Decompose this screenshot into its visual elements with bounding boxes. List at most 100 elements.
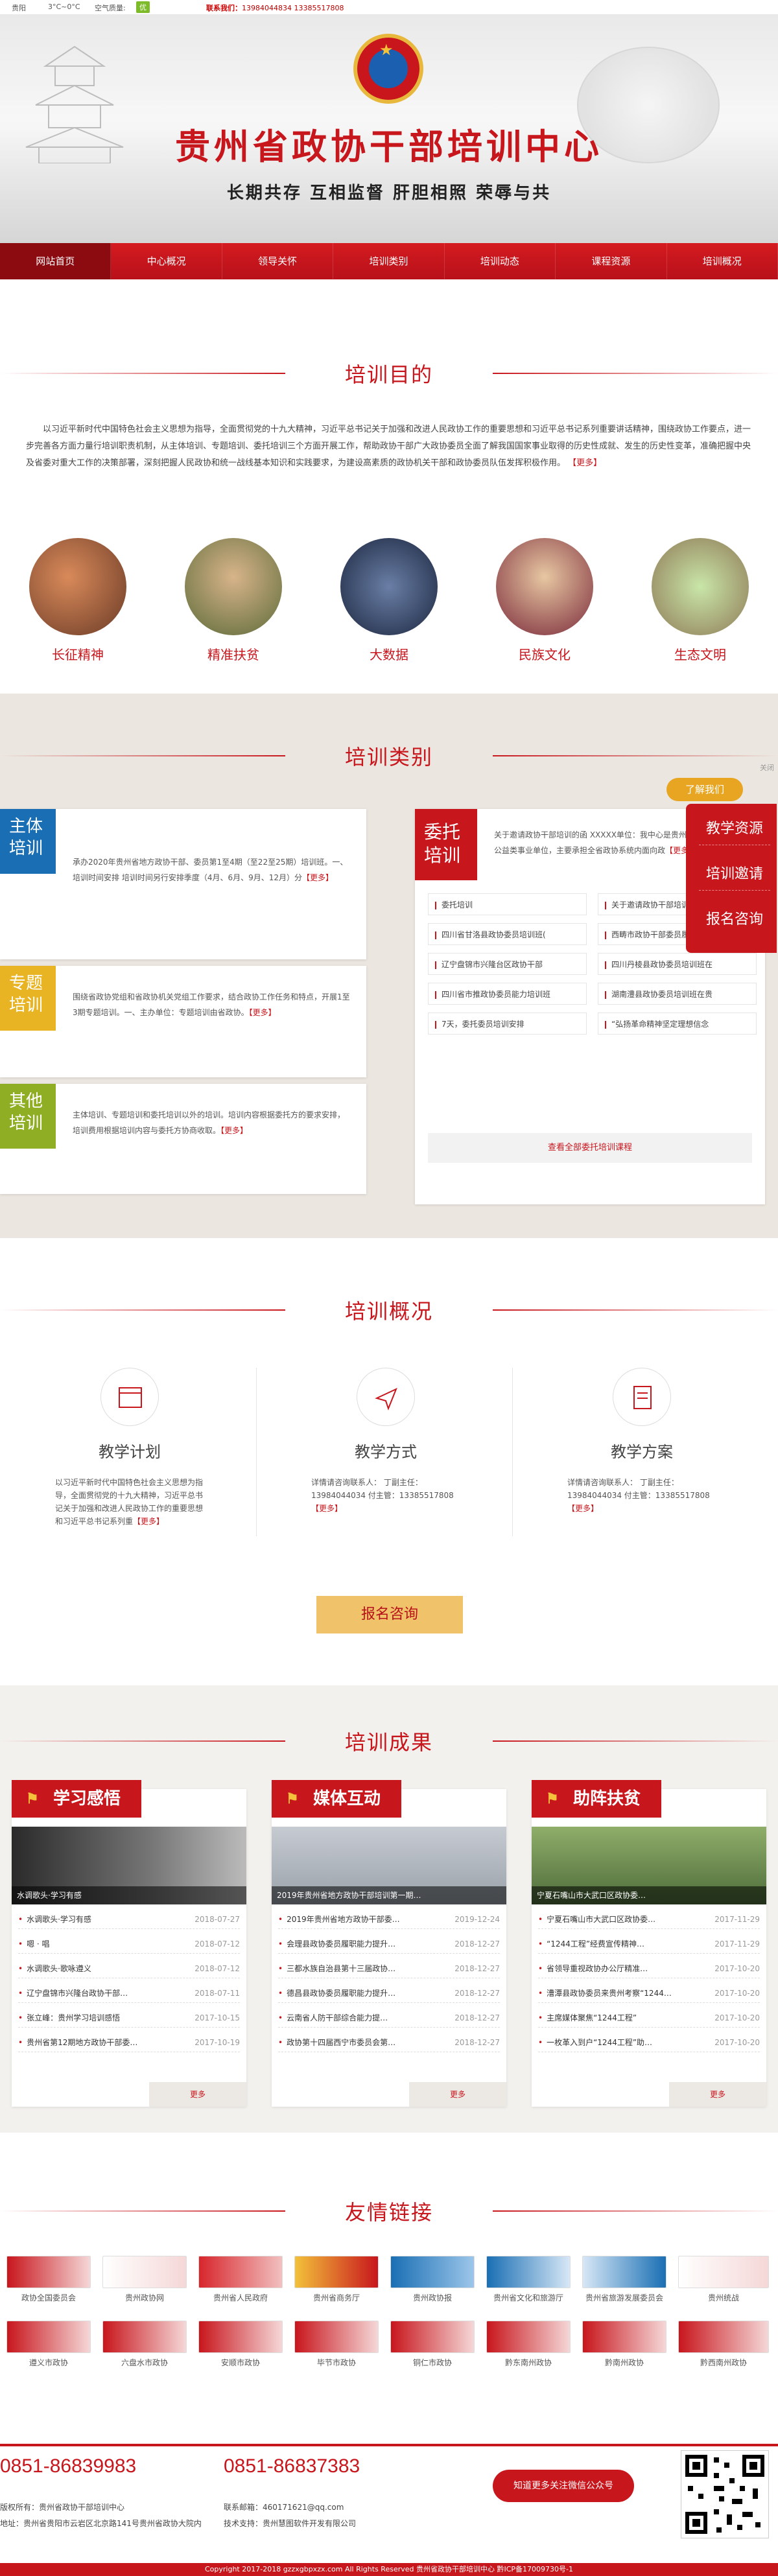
list-item[interactable]: 宁夏石嘴山市大武口区政协委…2017-11-29 <box>538 1910 760 1929</box>
friend-link[interactable]: 铜仁市政协 <box>390 2321 475 2368</box>
list-item[interactable]: 四川省市推政协委员能力培训班 <box>428 983 587 1005</box>
list-item[interactable]: 辽宁盘锦市兴隆台政协干部…2018-07-11 <box>18 1984 240 2003</box>
ethnic-image <box>496 538 593 635</box>
nav-item-overview[interactable]: 培训概况 <box>667 243 778 279</box>
list-item[interactable]: 水调歌头·歌咏遵义2018-07-12 <box>18 1959 240 1978</box>
nav-item-leaders[interactable]: 领导关怀 <box>222 243 334 279</box>
list-item[interactable]: 省领导重视政协办公厅精准…2017-10-20 <box>538 1959 760 1978</box>
overview-more-link[interactable]: 【更多】 <box>567 1504 598 1513</box>
friend-link[interactable]: 贵州省人民政府 <box>198 2256 283 2303</box>
list-item[interactable]: 辽宁盘锦市兴隆台区政协干部 <box>428 953 587 975</box>
results-photo-caption[interactable]: 2019年贵州省地方政协干部培训第一期… <box>272 1886 506 1904</box>
nav-item-center[interactable]: 中心概况 <box>111 243 222 279</box>
contact-label[interactable]: 联系我们： <box>206 4 242 12</box>
footer-phone-2: 0851-86837383 <box>224 2455 360 2477</box>
friend-link-logo <box>198 2321 283 2353</box>
list-item[interactable]: 嗯 · 唱2018-07-12 <box>18 1934 240 1954</box>
signup-consult-button[interactable]: 报名咨询 <box>316 1596 463 1633</box>
list-item[interactable]: 湖南澧县政协委员培训班在贵 <box>598 983 757 1005</box>
flag-icon: ⚑ <box>26 1790 39 1807</box>
results-more-button[interactable]: 更多 <box>669 2082 766 2107</box>
wechat-follow-button[interactable]: 知道更多关注微信公众号 <box>493 2470 634 2502</box>
friend-link[interactable]: 遵义市政协 <box>6 2321 91 2368</box>
calendar-icon <box>100 1368 159 1426</box>
category-desc: 承办2020年贵州省地方政协干部、委员第1至4期（至22至25期）培训班。一、培… <box>73 858 348 882</box>
purpose-more-link[interactable]: 【更多】 <box>568 458 602 468</box>
list-item[interactable]: 政协第十四届西宁市委员会第…2018-12-27 <box>278 2033 500 2052</box>
overview-more-link[interactable]: 【更多】 <box>311 1504 342 1513</box>
theme-label: 精准扶贫 <box>207 647 259 662</box>
friend-link[interactable]: 贵州政协报 <box>390 2256 475 2303</box>
friend-link[interactable]: 黔南州政协 <box>582 2321 666 2368</box>
friend-link-logo <box>102 2321 187 2353</box>
floating-header[interactable]: 了解我们 <box>666 778 743 801</box>
results-more-button[interactable]: 更多 <box>149 2082 246 2107</box>
overview-more-link[interactable]: 【更多】 <box>133 1517 164 1526</box>
list-item[interactable]: 会理县政协委员履职能力提升…2018-12-27 <box>278 1934 500 1954</box>
theme-long-march[interactable]: 长征精神 <box>29 538 126 663</box>
top-bar: 贵阳 3°C~0°C 空气质量: 优 联系我们：13984044834 1338… <box>0 0 778 14</box>
document-icon <box>613 1368 671 1426</box>
results-photo-caption[interactable]: 水调歌头·学习有感 <box>12 1886 246 1904</box>
footer-copyright: Copyright 2017-2018 gzzxgbpxzx.com All R… <box>0 2563 778 2576</box>
friend-link[interactable]: 贵州统战 <box>678 2256 769 2303</box>
friend-link[interactable]: 黔东南州政协 <box>486 2321 571 2368</box>
friend-link-logo <box>102 2256 187 2288</box>
theme-ecology[interactable]: 生态文明 <box>652 538 749 663</box>
big-data-image <box>340 538 438 635</box>
list-item[interactable]: 四川省甘洛县政协委员培训班( <box>428 923 587 945</box>
list-item[interactable]: 7天，委托委员培训安排 <box>428 1013 587 1035</box>
float-training-invite[interactable]: 培训邀请 <box>699 858 770 891</box>
friend-link[interactable]: 政协全国委员会 <box>6 2256 91 2303</box>
send-icon <box>357 1368 415 1426</box>
friend-link[interactable]: 贵州省文化和旅游厅 <box>486 2256 571 2303</box>
list-item[interactable]: 云南省人防干部综合能力提…2018-12-27 <box>278 2008 500 2028</box>
nav-item-categories[interactable]: 培训类别 <box>333 243 445 279</box>
results-poverty: ⚑助阵扶贫 宁夏石嘴山市大武口区政协委… 宁夏石嘴山市大武口区政协委…2017-… <box>532 1780 766 2107</box>
theme-big-data[interactable]: 大数据 <box>340 538 438 663</box>
theme-poverty-alleviation[interactable]: 精准扶贫 <box>185 538 282 663</box>
nav-item-courses[interactable]: 课程资源 <box>556 243 667 279</box>
friend-link-logo <box>486 2321 571 2353</box>
results-more-button[interactable]: 更多 <box>409 2082 506 2107</box>
view-all-entrust-button[interactable]: 查看全部委托培训课程 <box>428 1133 752 1163</box>
friend-link-logo <box>6 2256 91 2288</box>
list-item[interactable]: 主席媒体聚焦“1244工程”2017-10-20 <box>538 2008 760 2028</box>
category-tag: 主体培训 <box>0 809 56 874</box>
flag-icon: ⚑ <box>546 1790 559 1807</box>
list-item[interactable]: 委托培训 <box>428 893 587 915</box>
friend-link[interactable]: 六盘水市政协 <box>102 2321 187 2368</box>
category-special: 专题培训 围绕省政协党组和省政协机关党组工作要求，结合政协工作任务和特点，开展1… <box>0 966 366 1077</box>
float-teaching-resources[interactable]: 教学资源 <box>699 813 770 845</box>
list-item[interactable]: “弘扬革命精神坚定理想信念 <box>598 1013 757 1035</box>
category-more-link[interactable]: 【更多】 <box>249 1008 276 1017</box>
friend-link[interactable]: 毕节市政协 <box>294 2321 379 2368</box>
nav-item-news[interactable]: 培训动态 <box>445 243 556 279</box>
nav-item-home[interactable]: 网站首页 <box>0 243 112 279</box>
list-item[interactable]: 漕潭县政协委员来贵州考察“1244…2017-10-20 <box>538 1984 760 2003</box>
results-study: ⚑学习感悟 水调歌头·学习有感 水调歌头·学习有感2018-07-27 嗯 · … <box>12 1780 246 2107</box>
results-photo-caption[interactable]: 宁夏石嘴山市大武口区政协委… <box>532 1886 766 1904</box>
friend-link[interactable]: 黔西南州政协 <box>678 2321 769 2368</box>
list-item[interactable]: “1244工程”经费宣传精神…2017-11-29 <box>538 1934 760 1954</box>
friend-link[interactable]: 贵州省旅游发展委员会 <box>582 2256 666 2303</box>
list-item[interactable]: 水调歌头·学习有感2018-07-27 <box>18 1910 240 1929</box>
results-media: ⚑媒体互动 2019年贵州省地方政协干部培训第一期… 2019年贵州省地方政协干… <box>272 1780 506 2107</box>
contact-info: 联系我们：13984044834 13385517808 <box>206 3 344 13</box>
float-signup-consult[interactable]: 报名咨询 <box>699 904 770 936</box>
friend-link[interactable]: 贵州政协网 <box>102 2256 187 2303</box>
results-ribbon: ⚑ 助阵扶贫 <box>532 1780 661 1818</box>
friend-link[interactable]: 贵州省商务厅 <box>294 2256 379 2303</box>
list-item[interactable]: 张立峰：贵州学习培训感悟2017-10-15 <box>18 2008 240 2028</box>
friend-link[interactable]: 安顺市政协 <box>198 2321 283 2368</box>
footer-phone-1: 0851-86839983 <box>0 2455 137 2477</box>
list-item[interactable]: 德昌县政协委员履职能力提升…2018-12-27 <box>278 1984 500 2003</box>
list-item[interactable]: 2019年贵州省地方政协干部委…2019-12-24 <box>278 1910 500 1929</box>
category-more-link[interactable]: 【更多】 <box>302 873 333 882</box>
list-item[interactable]: 贵州省第12期地方政协干部委…2017-10-19 <box>18 2033 240 2052</box>
theme-ethnic-culture[interactable]: 民族文化 <box>496 538 593 663</box>
floating-close-button[interactable]: 关闭 <box>760 762 774 773</box>
list-item[interactable]: 一枚革入到户“1244工程”助…2017-10-20 <box>538 2033 760 2052</box>
list-item[interactable]: 三都水族自治县第十三届政协…2018-12-27 <box>278 1959 500 1978</box>
category-more-link[interactable]: 【更多】 <box>220 1126 248 1135</box>
